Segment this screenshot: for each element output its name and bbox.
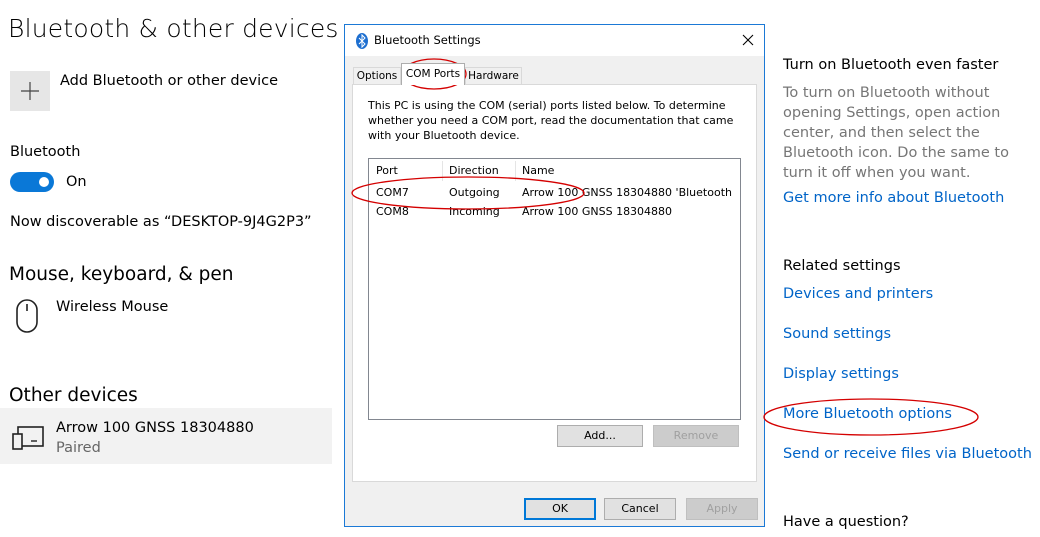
other-device-name: Arrow 100 GNSS 18304880 xyxy=(56,420,254,436)
display-settings-link[interactable]: Display settings xyxy=(783,366,899,382)
name-cell: Arrow 100 GNSS 18304880 'Bluetooth ... xyxy=(522,186,736,199)
direction-cell: Incoming xyxy=(449,205,500,218)
ok-button[interactable]: OK xyxy=(524,498,596,520)
other-section-title: Other devices xyxy=(9,385,138,406)
tab-com-ports[interactable]: COM Ports xyxy=(401,63,465,85)
table-row[interactable]: COM7 Outgoing Arrow 100 GNSS 18304880 'B… xyxy=(369,184,740,202)
device-icon xyxy=(12,426,44,450)
tab-hardware[interactable]: Hardware xyxy=(465,67,522,84)
column-direction[interactable]: Direction xyxy=(449,164,499,180)
bluetooth-label: Bluetooth xyxy=(10,144,81,160)
apply-button[interactable]: Apply xyxy=(686,498,758,520)
column-separator xyxy=(515,161,516,181)
close-button[interactable] xyxy=(732,25,764,56)
column-separator xyxy=(442,161,443,181)
toggle-knob xyxy=(39,177,49,187)
bluetooth-settings-dialog: Bluetooth Settings Options COM Ports Har… xyxy=(344,24,765,527)
mouse-device-name[interactable]: Wireless Mouse xyxy=(56,299,168,315)
tab-options[interactable]: Options xyxy=(353,67,401,84)
direction-cell: Outgoing xyxy=(449,186,500,199)
dialog-title: Bluetooth Settings xyxy=(374,33,481,47)
more-info-link[interactable]: Get more info about Bluetooth xyxy=(783,190,1004,206)
bluetooth-icon xyxy=(356,33,368,49)
port-cell: COM7 xyxy=(376,186,409,199)
com-ports-description: This PC is using the COM (serial) ports … xyxy=(368,99,734,142)
more-bluetooth-options-link[interactable]: More Bluetooth options xyxy=(783,406,952,422)
discoverable-text: Now discoverable as “DESKTOP-9J4G2P3” xyxy=(10,214,312,230)
add-device-button[interactable] xyxy=(10,71,50,111)
plus-icon xyxy=(21,82,39,100)
com-ports-panel: This PC is using the COM (serial) ports … xyxy=(352,84,757,482)
sound-settings-link[interactable]: Sound settings xyxy=(783,326,891,342)
devices-printers-link[interactable]: Devices and printers xyxy=(783,286,933,302)
port-cell: COM8 xyxy=(376,205,409,218)
send-receive-files-link[interactable]: Send or receive files via Bluetooth xyxy=(783,446,1032,462)
column-port[interactable]: Port xyxy=(376,164,398,180)
faster-title: Turn on Bluetooth even faster xyxy=(783,57,999,73)
page-title: Bluetooth & other devices xyxy=(8,14,339,43)
other-device-status: Paired xyxy=(56,440,101,456)
cancel-button[interactable]: Cancel xyxy=(604,498,676,520)
com-ports-list[interactable]: Port Direction Name COM7 Outgoing Arrow … xyxy=(368,158,741,420)
bluetooth-toggle[interactable] xyxy=(10,172,54,192)
toggle-state-label: On xyxy=(66,174,87,190)
add-port-button[interactable]: Add... xyxy=(557,425,643,447)
table-row[interactable]: COM8 Incoming Arrow 100 GNSS 18304880 xyxy=(369,203,740,221)
dialog-titlebar[interactable]: Bluetooth Settings xyxy=(345,25,764,56)
mouse-icon xyxy=(16,299,38,333)
name-cell: Arrow 100 GNSS 18304880 xyxy=(522,205,673,218)
column-name[interactable]: Name xyxy=(522,164,554,180)
faster-text: To turn on Bluetooth without opening Set… xyxy=(783,85,1009,181)
add-device-label[interactable]: Add Bluetooth or other device xyxy=(60,73,278,89)
remove-port-button[interactable]: Remove xyxy=(653,425,739,447)
close-icon xyxy=(742,34,754,46)
related-settings-title: Related settings xyxy=(783,258,901,274)
other-device-item[interactable]: Arrow 100 GNSS 18304880 Paired xyxy=(0,408,332,464)
mouse-section-title: Mouse, keyboard, & pen xyxy=(9,264,234,285)
question-title: Have a question? xyxy=(783,514,909,530)
